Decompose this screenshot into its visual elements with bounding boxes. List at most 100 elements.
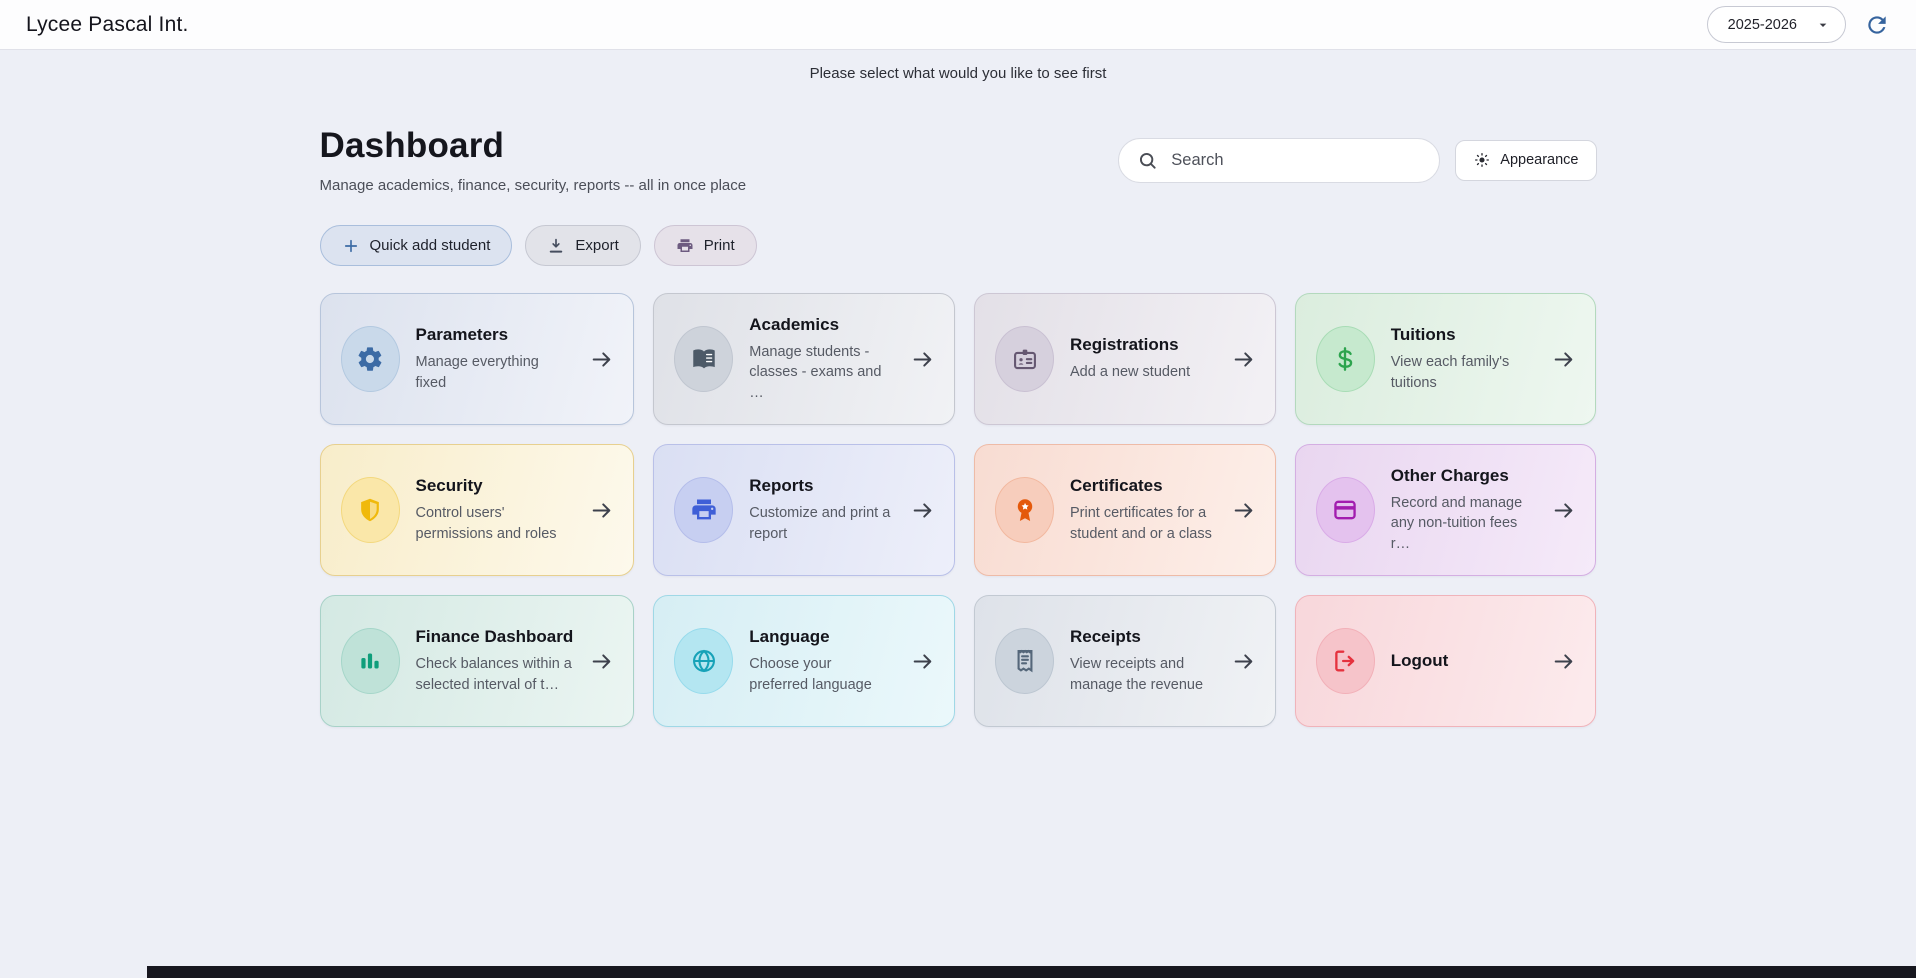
card-other-charges[interactable]: Other Charges Record and manage any non-… <box>1295 444 1597 576</box>
printer-icon <box>690 496 718 524</box>
card-title: Language <box>749 627 894 647</box>
card-icon-circle <box>674 477 733 543</box>
caret-down-icon <box>1815 17 1831 33</box>
search-input[interactable] <box>1171 151 1421 170</box>
card-icon-circle <box>341 326 400 392</box>
arrow-right-icon <box>1231 649 1256 674</box>
card-description: Customize and print a report <box>749 503 894 544</box>
action-button-export[interactable]: Export <box>525 225 640 266</box>
card-title: Logout <box>1391 651 1536 671</box>
credit-card-icon <box>1331 496 1359 524</box>
card-registrations[interactable]: Registrations Add a new student <box>974 293 1276 425</box>
dashboard-container: Dashboard Manage academics, finance, sec… <box>320 126 1597 727</box>
card-tuitions[interactable]: Tuitions View each family's tuitions <box>1295 293 1597 425</box>
arrow-right-icon <box>1551 649 1576 674</box>
card-title: Receipts <box>1070 627 1215 647</box>
card-reports[interactable]: Reports Customize and print a report <box>653 444 955 576</box>
dollar-icon <box>1331 345 1359 373</box>
card-icon-circle <box>341 477 400 543</box>
arrow-right-icon <box>910 649 935 674</box>
bar-chart-icon <box>356 647 384 675</box>
card-icon-circle <box>995 326 1054 392</box>
page-title: Dashboard <box>320 126 747 166</box>
card-title: Tuitions <box>1391 325 1536 345</box>
card-icon-circle <box>995 628 1054 694</box>
school-year-value: 2025-2026 <box>1728 17 1797 33</box>
card-text: Receipts View receipts and manage the re… <box>1070 627 1215 695</box>
card-icon-circle <box>674 628 733 694</box>
arrow-right-icon <box>589 498 614 523</box>
card-title: Academics <box>749 315 894 335</box>
arrow-right-icon <box>1231 347 1256 372</box>
sun-icon <box>1473 151 1491 169</box>
card-icon-circle <box>674 326 733 392</box>
card-icon-circle <box>1316 477 1375 543</box>
card-text: Other Charges Record and manage any non-… <box>1391 466 1536 554</box>
card-text: Registrations Add a new student <box>1070 335 1215 382</box>
download-icon <box>547 237 565 255</box>
action-button-print[interactable]: Print <box>654 225 757 266</box>
arrow-right-icon <box>589 649 614 674</box>
card-security[interactable]: Security Control users' permissions and … <box>320 444 635 576</box>
select-first-notice: Please select what would you like to see… <box>0 65 1916 82</box>
card-description: Record and manage any non-tuition fees r… <box>1391 493 1536 554</box>
logout-icon <box>1331 647 1359 675</box>
card-description: Manage students - classes - exams and … <box>749 342 894 403</box>
arrow-right-icon <box>1551 498 1576 523</box>
card-text: Security Control users' permissions and … <box>416 476 574 544</box>
card-text: Logout <box>1391 651 1536 671</box>
dashboard-card-grid: Parameters Manage everything fixed Acade… <box>320 293 1597 727</box>
school-year-select[interactable]: 2025-2026 <box>1707 6 1846 43</box>
receipt-icon <box>1011 647 1039 675</box>
page-header: Dashboard Manage academics, finance, sec… <box>320 126 1597 194</box>
action-button-quick-add-student[interactable]: Quick add student <box>320 225 513 266</box>
refresh-button[interactable] <box>1864 12 1890 38</box>
card-language[interactable]: Language Choose your preferred language <box>653 595 955 727</box>
award-icon <box>1011 496 1039 524</box>
card-text: Finance Dashboard Check balances within … <box>416 627 574 695</box>
card-text: Language Choose your preferred language <box>749 627 894 695</box>
arrow-right-icon <box>589 347 614 372</box>
card-title: Security <box>416 476 574 496</box>
card-receipts[interactable]: Receipts View receipts and manage the re… <box>974 595 1276 727</box>
gear-icon <box>356 345 384 373</box>
arrow-right-icon <box>910 498 935 523</box>
app-title: Lycee Pascal Int. <box>26 13 189 37</box>
search-icon <box>1137 150 1158 171</box>
card-certificates[interactable]: Certificates Print certificates for a st… <box>974 444 1276 576</box>
open-book-icon <box>690 345 718 373</box>
appearance-button[interactable]: Appearance <box>1455 140 1596 181</box>
search-box[interactable] <box>1118 138 1440 183</box>
page-header-right: Appearance <box>1118 138 1596 183</box>
card-academics[interactable]: Academics Manage students - classes - ex… <box>653 293 955 425</box>
page-subtitle: Manage academics, finance, security, rep… <box>320 177 747 194</box>
arrow-right-icon <box>1231 498 1256 523</box>
card-description: Check balances within a selected interva… <box>416 654 574 695</box>
topbar-right: 2025-2026 <box>1707 6 1890 43</box>
card-description: Print certificates for a student and or … <box>1070 503 1215 544</box>
card-description: Choose your preferred language <box>749 654 894 695</box>
refresh-icon <box>1864 12 1890 38</box>
card-title: Other Charges <box>1391 466 1536 486</box>
card-title: Finance Dashboard <box>416 627 574 647</box>
id-card-icon <box>1011 345 1039 373</box>
card-title: Parameters <box>416 325 574 345</box>
card-text: Parameters Manage everything fixed <box>416 325 574 393</box>
page-header-left: Dashboard Manage academics, finance, sec… <box>320 126 747 194</box>
printer-icon <box>676 237 694 255</box>
plus-icon <box>342 237 360 255</box>
card-title: Certificates <box>1070 476 1215 496</box>
arrow-right-icon <box>910 347 935 372</box>
card-parameters[interactable]: Parameters Manage everything fixed <box>320 293 635 425</box>
globe-icon <box>690 647 718 675</box>
topbar: Lycee Pascal Int. 2025-2026 <box>0 0 1916 49</box>
arrow-right-icon <box>1551 347 1576 372</box>
card-logout[interactable]: Logout <box>1295 595 1597 727</box>
card-icon-circle <box>341 628 400 694</box>
card-text: Reports Customize and print a report <box>749 476 894 544</box>
card-description: Add a new student <box>1070 362 1215 382</box>
card-title: Registrations <box>1070 335 1215 355</box>
card-description: View each family's tuitions <box>1391 352 1536 393</box>
bottom-bar <box>147 966 1916 978</box>
card-finance-dashboard[interactable]: Finance Dashboard Check balances within … <box>320 595 635 727</box>
